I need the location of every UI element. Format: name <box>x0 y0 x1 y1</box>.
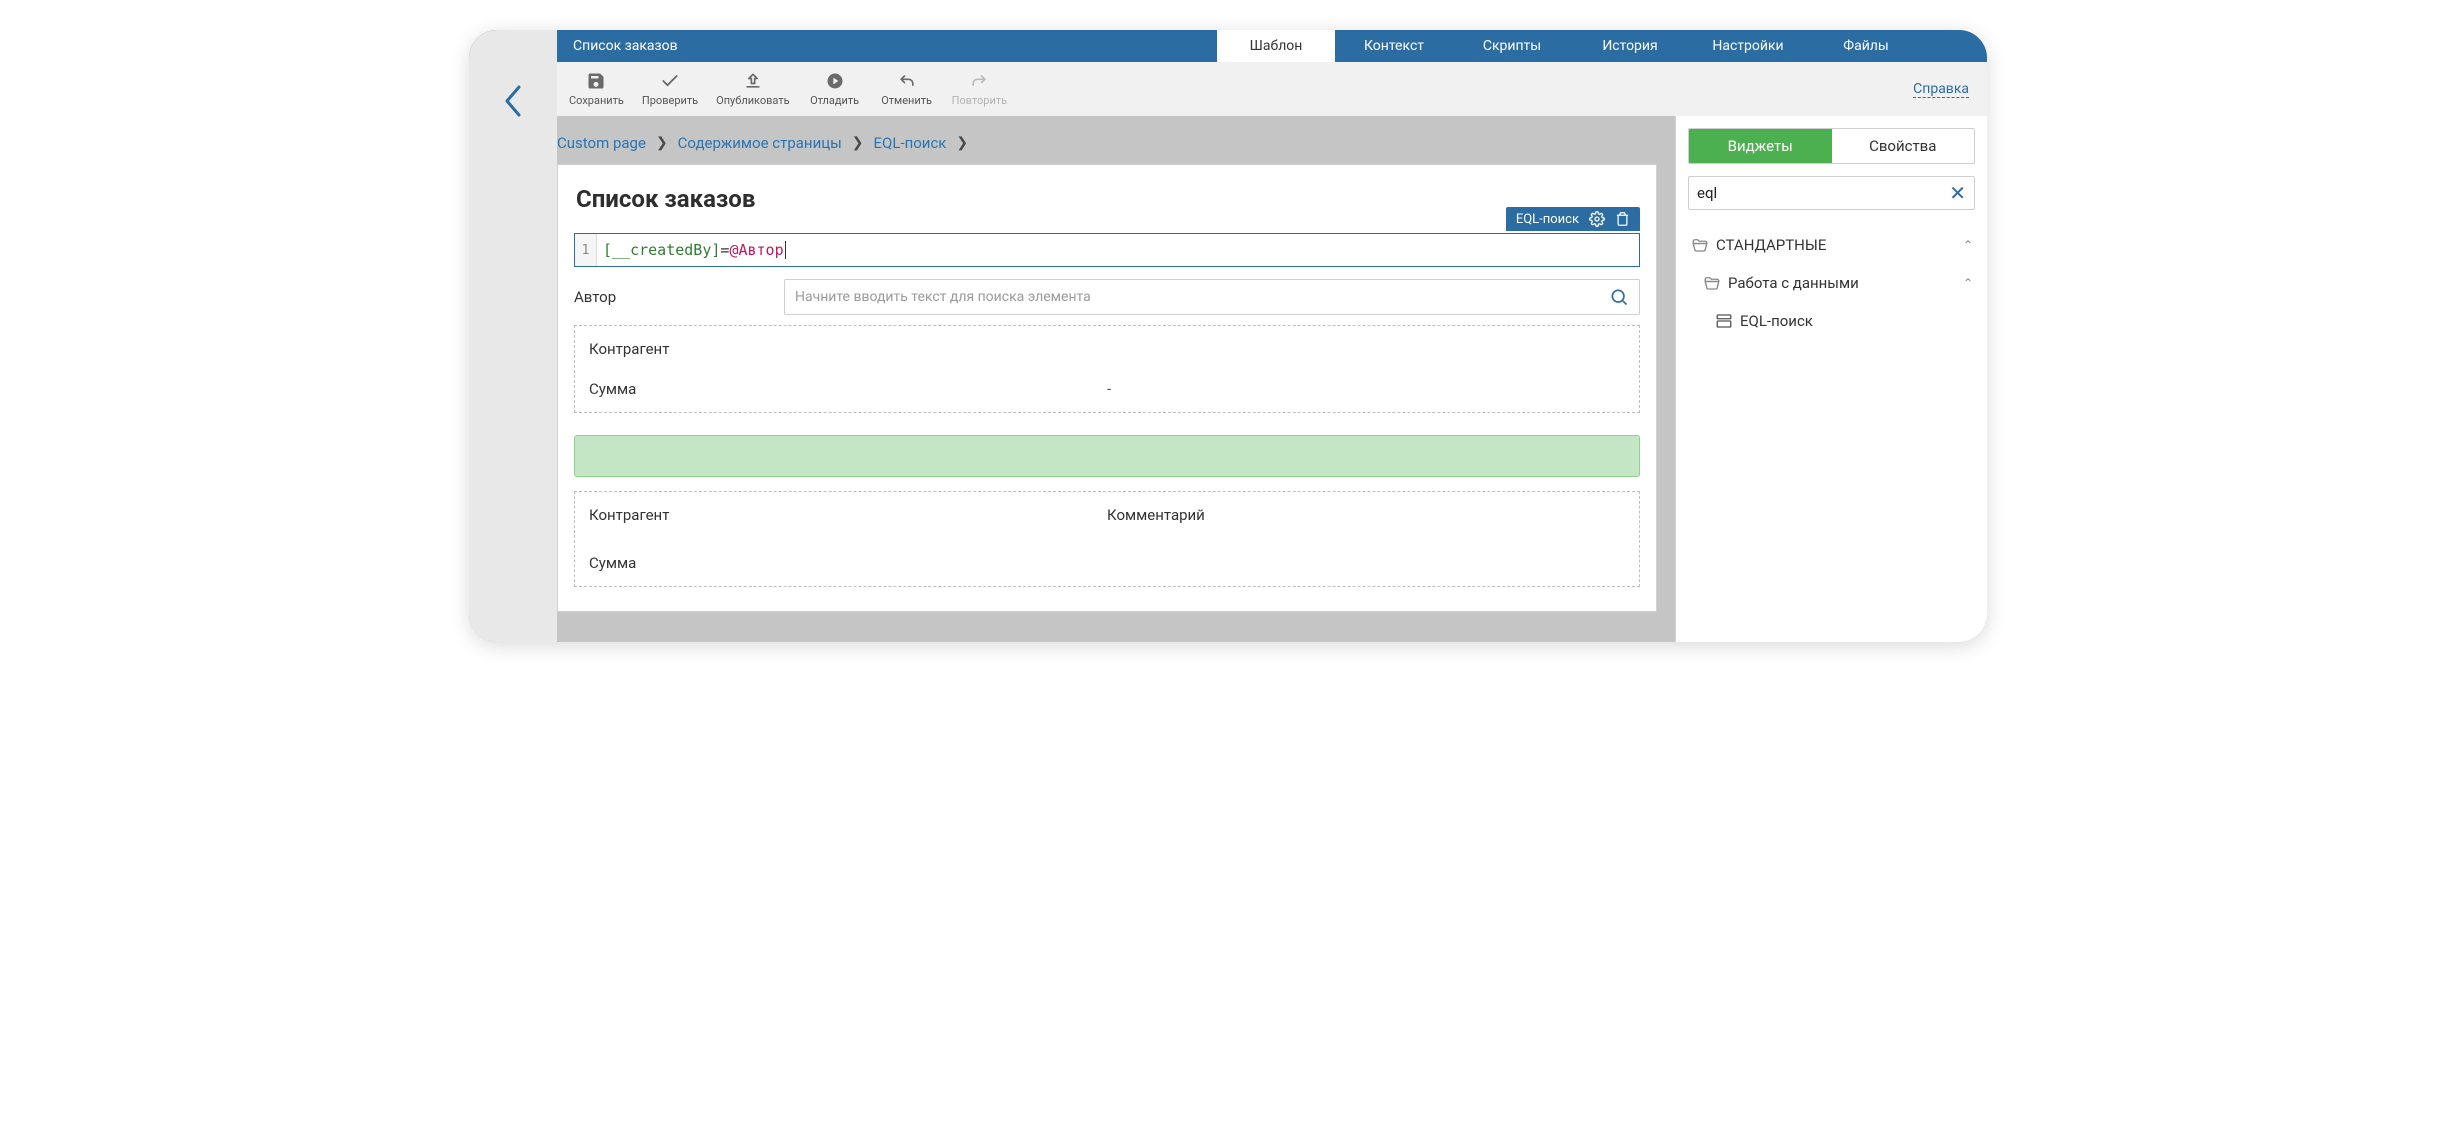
tab-history[interactable]: История <box>1571 30 1689 62</box>
top-nav: Список заказов Шаблон Контекст Скрипты И… <box>469 30 1987 62</box>
play-icon <box>825 71 845 91</box>
tree-item-eql[interactable]: EQL-поиск <box>1688 302 1975 340</box>
redo-icon <box>969 71 989 91</box>
toolbar-label: Проверить <box>642 94 698 107</box>
help-link[interactable]: Справка <box>1913 81 1969 98</box>
eql-code-editor[interactable]: 1 [__createdBy]=@Автор <box>574 233 1640 267</box>
back-column <box>469 62 557 642</box>
toolbar: Сохранить Проверить Опубликовать <box>557 62 1987 116</box>
editor-canvas: Список заказов EQL-поиск <box>557 164 1657 612</box>
undo-icon <box>897 71 917 91</box>
trash-icon[interactable] <box>1615 211 1630 227</box>
debug-button[interactable]: Отладить <box>808 71 862 107</box>
folder-open-icon <box>1702 274 1728 292</box>
tab-template[interactable]: Шаблон <box>1217 30 1335 62</box>
eql-widget-header: EQL-поиск <box>1506 207 1640 231</box>
tree-group-data[interactable]: Работа с данными ⌃ <box>1688 264 1975 302</box>
breadcrumb: Custom page ❯ Содержимое страницы ❯ EQL-… <box>557 134 1657 152</box>
search-icon[interactable] <box>1609 287 1629 307</box>
chevron-right-icon: ❯ <box>956 135 968 151</box>
gear-icon[interactable] <box>1589 211 1605 227</box>
eql-code-line[interactable]: [__createdBy]=@Автор <box>597 234 1639 266</box>
clear-icon[interactable]: ✕ <box>1949 183 1966 203</box>
author-search-placeholder: Начните вводить текст для поиска элемент… <box>795 289 1609 305</box>
eql-code-field: [__createdBy] <box>603 241 720 259</box>
topnav-left-spacer <box>469 30 557 62</box>
tab-scripts[interactable]: Скрипты <box>1453 30 1571 62</box>
sidebar-tabs: Виджеты Свойства <box>1688 128 1975 164</box>
tab-context[interactable]: Контекст <box>1335 30 1453 62</box>
save-button[interactable]: Сохранить <box>569 71 624 107</box>
widget-search-value: eql <box>1697 184 1949 202</box>
app-window: Список заказов Шаблон Контекст Скрипты И… <box>469 30 1987 642</box>
sidebar-tab-widgets[interactable]: Виджеты <box>1689 129 1832 163</box>
line-number: 1 <box>575 234 597 266</box>
fields-panel-2[interactable]: Контрагент Комментарий Сумма <box>574 491 1640 587</box>
field-summa-value: - <box>1107 380 1625 398</box>
back-button[interactable] <box>502 84 524 118</box>
eql-widget[interactable]: EQL-поиск 1 [ <box>574 233 1640 267</box>
canvas-title: Список заказов <box>576 185 1640 213</box>
tab-settings[interactable]: Настройки <box>1689 30 1807 62</box>
text-caret <box>785 241 786 259</box>
widget-search-input[interactable]: eql ✕ <box>1688 176 1975 210</box>
breadcrumb-item[interactable]: Custom page <box>557 134 646 152</box>
tree-group-label: Работа с данными <box>1728 274 1963 292</box>
eql-code-var: @Автор <box>729 241 783 259</box>
save-icon <box>586 71 606 91</box>
toolbar-label: Опубликовать <box>716 94 789 107</box>
breadcrumb-item[interactable]: EQL-поиск <box>874 134 947 152</box>
redo-button: Повторить <box>952 71 1007 107</box>
toolbar-label: Отменить <box>881 94 932 107</box>
field-summa-label: Сумма <box>589 380 1107 398</box>
folder-open-icon <box>1690 236 1716 254</box>
tree-item-label: EQL-поиск <box>1740 312 1973 330</box>
author-label: Автор <box>574 288 784 306</box>
page-title-tab[interactable]: Список заказов <box>557 30 1217 62</box>
tree-group-standard[interactable]: СТАНДАРТНЫЕ ⌃ <box>1688 226 1975 264</box>
dropzone-bar[interactable] <box>574 435 1640 477</box>
breadcrumb-item[interactable]: Содержимое страницы <box>678 134 842 152</box>
eql-code-op: = <box>720 241 729 259</box>
author-row: Автор Начните вводить текст для поиска э… <box>574 279 1640 315</box>
field-comment-label: Комментарий <box>1107 506 1625 524</box>
toolbar-label: Сохранить <box>569 94 624 107</box>
toolbar-label: Повторить <box>952 94 1007 107</box>
chevron-up-icon[interactable]: ⌃ <box>1963 238 1973 252</box>
tree-group-label: СТАНДАРТНЫЕ <box>1716 236 1963 254</box>
publish-button[interactable]: Опубликовать <box>716 71 789 107</box>
field-kontragent-label: Контрагент <box>589 340 1625 358</box>
toolbar-label: Отладить <box>810 94 859 107</box>
sidebar-tab-properties[interactable]: Свойства <box>1832 129 1975 163</box>
upload-icon <box>743 71 763 91</box>
field-summa-label: Сумма <box>589 554 1107 572</box>
check-icon <box>660 71 680 91</box>
right-sidebar: Виджеты Свойства eql ✕ СТАНДАРТНЫЕ <box>1675 116 1987 642</box>
eql-widget-label: EQL-поиск <box>1516 212 1579 227</box>
tab-files[interactable]: Файлы <box>1807 30 1925 62</box>
widget-icon <box>1714 312 1740 330</box>
field-kontragent-label: Контрагент <box>589 506 1107 524</box>
fields-panel-1[interactable]: Контрагент Сумма - <box>574 325 1640 413</box>
chevron-right-icon: ❯ <box>656 135 668 151</box>
chevron-up-icon[interactable]: ⌃ <box>1963 276 1973 290</box>
check-button[interactable]: Проверить <box>642 71 698 107</box>
author-search-input[interactable]: Начните вводить текст для поиска элемент… <box>784 279 1640 315</box>
undo-button[interactable]: Отменить <box>880 71 934 107</box>
chevron-right-icon: ❯ <box>852 135 864 151</box>
